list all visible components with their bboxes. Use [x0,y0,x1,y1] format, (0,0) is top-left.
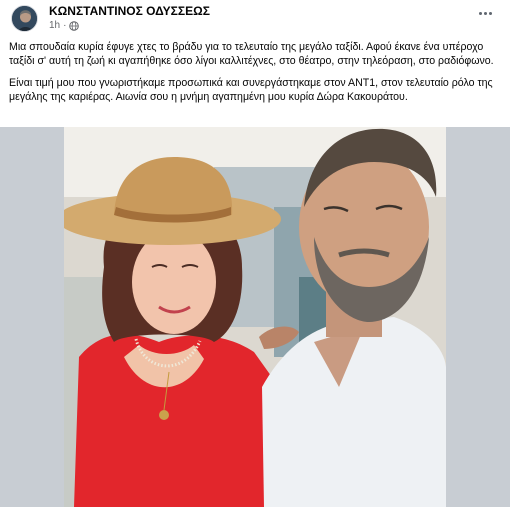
post-time[interactable]: 1h [49,20,60,31]
post-header: ΚΩΝΣΤΑΝΤΙΝΟΣ ΟΔΥΣΣΕΩΣ 1h · [9,3,501,33]
more-options-icon[interactable] [475,6,495,20]
photo-illustration [64,127,446,507]
globe-icon[interactable] [69,20,80,31]
meta-separator: · [63,20,67,31]
post-paragraph: Μια σπουδαία κυρία έφυγε χτες το βράδυ γ… [9,41,494,67]
post-photo[interactable] [64,127,446,507]
post-text: Μια σπουδαία κυρία έφυγε χτες το βράδυ γ… [9,40,503,112]
author-avatar[interactable] [11,5,38,32]
post-paragraph: Είναι τιμή μου που γνωριστήκαμε προσωπικ… [9,77,493,103]
post-photo-container [0,127,510,507]
post-meta: 1h · [49,20,80,31]
author-name[interactable]: ΚΩΝΣΤΑΝΤΙΝΟΣ ΟΔΥΣΣΕΩΣ [49,4,210,18]
facebook-post: ΚΩΝΣΤΑΝΤΙΝΟΣ ΟΔΥΣΣΕΩΣ 1h · Μια σπουδαία … [0,0,510,507]
avatar-image [12,6,37,31]
